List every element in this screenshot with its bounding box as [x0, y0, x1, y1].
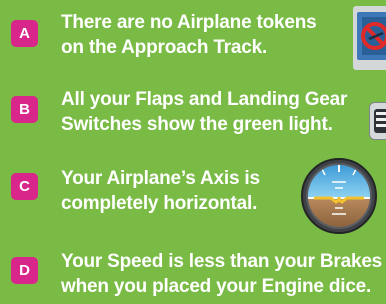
badge-d-letter: D: [19, 262, 30, 279]
condition-d-line-1: Your Speed is less than your Brakes: [61, 251, 383, 272]
condition-a-line-2: on the Approach Track.: [61, 37, 268, 58]
condition-c-line-1: Your Airplane’s Axis is: [61, 168, 260, 189]
badge-a-letter: A: [19, 25, 30, 42]
condition-a-text: There are no Airplane tokens on the Appr…: [61, 10, 317, 60]
attitude-indicator-icon: [301, 158, 377, 234]
condition-d-text: Your Speed is less than your Brakes when…: [61, 249, 382, 299]
condition-b-line-1: All your Flaps and Landing Gear: [61, 89, 348, 110]
condition-b-line-2: Switches show the green light.: [61, 114, 333, 135]
badge-c: C: [11, 173, 38, 200]
condition-c-text: Your Airplane’s Axis is completely horiz…: [61, 166, 260, 216]
badge-b: B: [11, 96, 38, 123]
condition-b-text: All your Flaps and Landing Gear Switches…: [61, 87, 347, 137]
rules-panel: A There are no Airplane tokens on the Ap…: [0, 0, 386, 304]
condition-d-line-2: when you placed your Engine dice.: [61, 276, 372, 297]
no-airplane-token-icon: [353, 6, 386, 70]
condition-a-line-1: There are no Airplane tokens: [61, 12, 317, 33]
badge-a: A: [11, 20, 38, 47]
switch-icon: [369, 102, 386, 140]
condition-c-line-2: completely horizontal.: [61, 193, 258, 214]
badge-c-letter: C: [19, 178, 30, 195]
badge-b-letter: B: [19, 101, 30, 118]
badge-d: D: [11, 257, 38, 284]
